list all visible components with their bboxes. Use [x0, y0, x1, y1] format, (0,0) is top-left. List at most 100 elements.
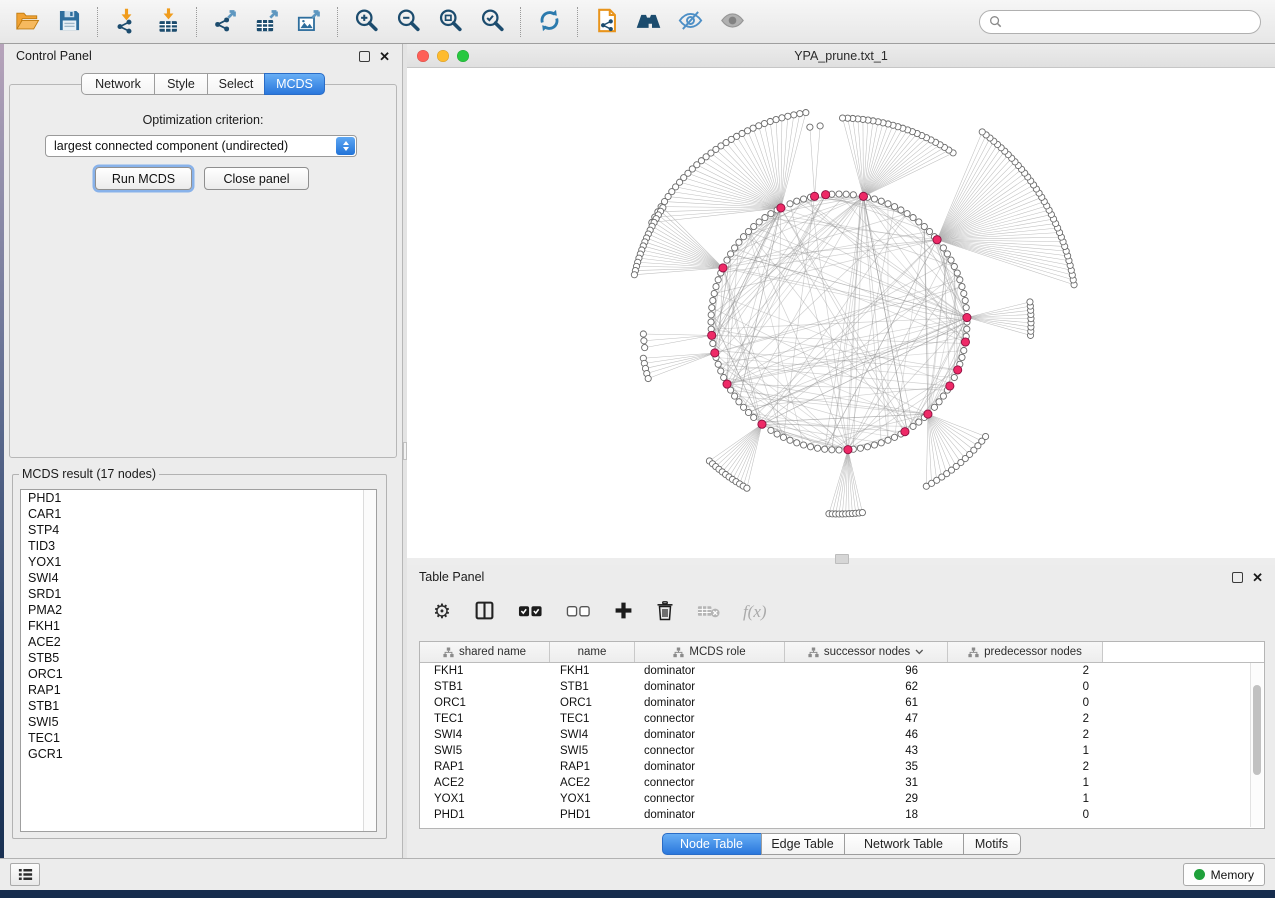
result-node[interactable]: SRD1: [21, 586, 376, 602]
import-network-button[interactable]: [105, 3, 147, 41]
result-node[interactable]: TID3: [21, 538, 376, 554]
import-table-button[interactable]: [147, 3, 189, 41]
column-header-shared-name[interactable]: shared name: [420, 642, 550, 662]
cell-shared-name: SWI5: [420, 745, 550, 757]
result-node[interactable]: STB1: [21, 698, 376, 714]
tab-node-table[interactable]: Node Table: [662, 833, 762, 855]
control-panel-tabs: NetworkStyleSelectMCDS: [4, 73, 402, 95]
result-node[interactable]: PMA2: [21, 602, 376, 618]
result-node[interactable]: GCR1: [21, 746, 376, 762]
table-row[interactable]: TEC1TEC1connector472: [420, 711, 1264, 727]
result-node[interactable]: TEC1: [21, 730, 376, 746]
memory-button[interactable]: Memory: [1183, 863, 1265, 886]
tab-mcds[interactable]: MCDS: [264, 73, 325, 95]
result-node[interactable]: SWI4: [21, 570, 376, 586]
table-settings-button[interactable]: ⚙: [433, 599, 451, 625]
table-row[interactable]: PHD1PHD1dominator180: [420, 807, 1264, 823]
tab-select[interactable]: Select: [207, 73, 265, 95]
network-canvas[interactable]: [407, 68, 1275, 558]
new-network-from-selection-button[interactable]: [585, 3, 627, 41]
column-label: name: [578, 646, 607, 658]
splitter-handle[interactable]: [835, 554, 849, 564]
tab-network-table[interactable]: Network Table: [844, 833, 964, 855]
zoom-in-button[interactable]: [345, 3, 387, 41]
window-maximize-icon[interactable]: [457, 50, 469, 62]
window-close-icon[interactable]: [417, 50, 429, 62]
network-graph[interactable]: [407, 68, 1275, 558]
delete-columns-button[interactable]: [656, 599, 674, 625]
result-node[interactable]: STP4: [21, 522, 376, 538]
close-panel-button[interactable]: Close panel: [204, 167, 309, 190]
search-input[interactable]: [1008, 14, 1251, 30]
zoom-selected-button[interactable]: [471, 3, 513, 41]
cell-mcds-role: connector: [635, 745, 785, 757]
result-node[interactable]: STB5: [21, 650, 376, 666]
tab-motifs[interactable]: Motifs: [963, 833, 1021, 855]
cell-successor-nodes: 62: [785, 681, 948, 693]
save-session-button[interactable]: [48, 3, 90, 41]
export-network-button[interactable]: [204, 3, 246, 41]
cell-predecessor-nodes: 0: [948, 809, 1103, 821]
cell-mcds-role: dominator: [635, 681, 785, 693]
zoom-fit-button[interactable]: [429, 3, 471, 41]
column-header-name[interactable]: name: [550, 642, 635, 662]
tab-network[interactable]: Network: [81, 73, 155, 95]
scrollbar-thumb[interactable]: [1253, 685, 1261, 775]
search-network-button[interactable]: [627, 3, 669, 41]
toolbar-separator: [520, 7, 521, 37]
hide-graphics-details-button[interactable]: [669, 3, 711, 41]
table-row[interactable]: ORC1ORC1dominator610: [420, 695, 1264, 711]
table-row[interactable]: YOX1YOX1connector291: [420, 791, 1264, 807]
create-column-button[interactable]: [614, 599, 633, 625]
ui-options-button[interactable]: [10, 863, 40, 886]
tab-edge-table[interactable]: Edge Table: [761, 833, 845, 855]
close-panel-icon[interactable]: ✕: [1252, 571, 1263, 584]
float-panel-icon[interactable]: [1232, 572, 1243, 583]
result-node[interactable]: RAP1: [21, 682, 376, 698]
show-columns-button[interactable]: [474, 599, 495, 625]
column-header-mcds-role[interactable]: MCDS role: [635, 642, 785, 662]
criterion-select[interactable]: largest connected component (undirected): [45, 135, 357, 157]
column-header-successor-nodes[interactable]: successor nodes: [785, 642, 948, 662]
cell-name: SWI4: [550, 729, 635, 741]
result-scrollbar[interactable]: [363, 490, 376, 831]
table-row[interactable]: RAP1RAP1dominator352: [420, 759, 1264, 775]
table-scrollbar[interactable]: [1250, 663, 1263, 827]
control-panel-title: Control Panel: [16, 49, 92, 63]
export-image-button[interactable]: [288, 3, 330, 41]
table-row[interactable]: SWI5SWI5connector431: [420, 743, 1264, 759]
result-node[interactable]: YOX1: [21, 554, 376, 570]
optimization-criterion-label: Optimization criterion:: [10, 113, 396, 127]
refresh-layout-button[interactable]: [528, 3, 570, 41]
tab-style[interactable]: Style: [154, 73, 208, 95]
deselect-all-columns-button[interactable]: [566, 599, 591, 625]
zoom-out-button[interactable]: [387, 3, 429, 41]
close-panel-icon[interactable]: ✕: [379, 50, 390, 63]
result-node[interactable]: ORC1: [21, 666, 376, 682]
result-node[interactable]: SWI5: [21, 714, 376, 730]
function-builder-button: f(x): [743, 599, 767, 625]
horizontal-splitter[interactable]: [407, 558, 1275, 565]
open-file-button[interactable]: [6, 3, 48, 41]
result-node[interactable]: CAR1: [21, 506, 376, 522]
mcds-result-list[interactable]: PHD1CAR1STP4TID3YOX1SWI4SRD1PMA2FKH1ACE2…: [20, 489, 377, 832]
zoom-selected-icon: [479, 7, 506, 37]
sort-desc-icon: [915, 649, 924, 655]
window-minimize-icon[interactable]: [437, 50, 449, 62]
float-panel-icon[interactable]: [359, 51, 370, 62]
column-header-predecessor-nodes[interactable]: predecessor nodes: [948, 642, 1103, 662]
search-box: [979, 10, 1261, 34]
result-node[interactable]: FKH1: [21, 618, 376, 634]
result-node[interactable]: ACE2: [21, 634, 376, 650]
table-row[interactable]: STB1STB1dominator620: [420, 679, 1264, 695]
table-row[interactable]: FKH1FKH1dominator962: [420, 663, 1264, 679]
import-table-icon: [155, 7, 182, 37]
result-node[interactable]: PHD1: [21, 490, 376, 506]
refresh-icon: [536, 7, 563, 37]
export-table-button[interactable]: [246, 3, 288, 41]
table-row[interactable]: SWI4SWI4dominator462: [420, 727, 1264, 743]
cell-predecessor-nodes: 2: [948, 729, 1103, 741]
run-mcds-button[interactable]: Run MCDS: [95, 167, 192, 190]
select-all-columns-button[interactable]: [518, 599, 543, 625]
table-row[interactable]: ACE2ACE2connector311: [420, 775, 1264, 791]
